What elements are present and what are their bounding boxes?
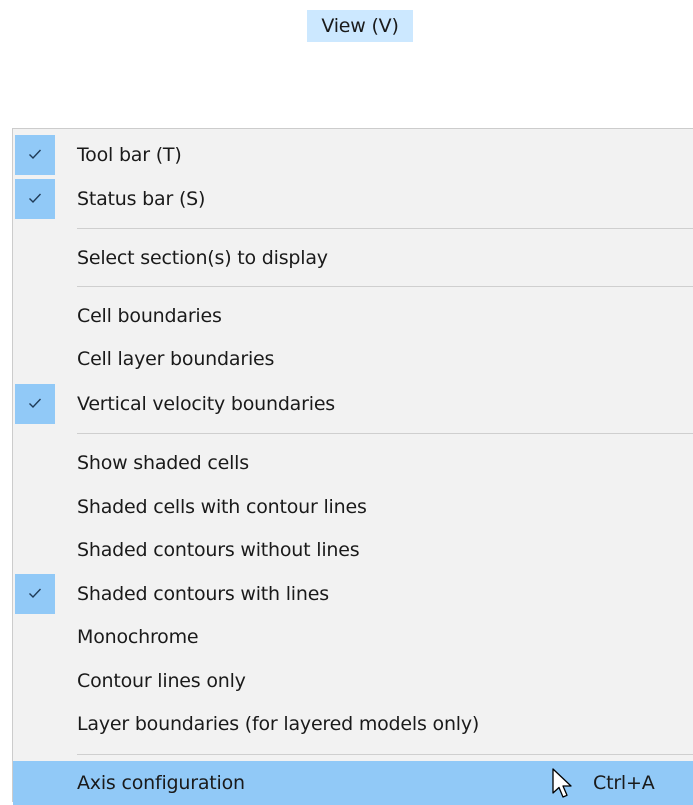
menu-item-monochrome[interactable]: Monochrome — [13, 615, 693, 659]
menu-item-label: Show shaded cells — [77, 452, 249, 474]
check-icon — [15, 135, 55, 175]
menu-separator — [77, 433, 693, 434]
menu-item-label: Status bar (S) — [77, 188, 206, 210]
menu-separator — [77, 228, 693, 229]
menu-item-label: Cell layer boundaries — [77, 348, 275, 370]
menu-item-label: Layer boundaries (for layered models onl… — [77, 713, 480, 735]
menu-item-tool-bar[interactable]: Tool bar (T) — [13, 133, 693, 177]
check-icon — [15, 574, 55, 614]
menu-item-vertical-velocity-boundaries[interactable]: Vertical velocity boundaries — [13, 382, 693, 426]
view-dropdown-menu: Tool bar (T) Status bar (S) Select secti… — [12, 128, 693, 805]
check-icon — [15, 384, 55, 424]
mouse-pointer-icon — [552, 768, 574, 805]
menu-item-axis-configuration[interactable]: Axis configuration Ctrl+A — [13, 761, 693, 805]
menu-item-label: Contour lines only — [77, 670, 246, 692]
menu-separator — [77, 286, 693, 287]
menu-item-label: Axis configuration — [77, 772, 245, 794]
menu-item-shaded-contours-without-lines[interactable]: Shaded contours without lines — [13, 528, 693, 572]
menu-item-select-sections[interactable]: Select section(s) to display — [13, 236, 693, 280]
menu-item-shaded-contours-with-lines[interactable]: Shaded contours with lines — [13, 572, 693, 616]
menu-item-label: Vertical velocity boundaries — [77, 393, 336, 415]
menu-item-label: Shaded cells with contour lines — [77, 496, 367, 518]
shortcut-label: Ctrl+A — [593, 772, 655, 794]
menu-item-label: Shaded contours with lines — [77, 583, 329, 605]
menu-separator — [77, 754, 693, 755]
menu-item-cell-layer-boundaries[interactable]: Cell layer boundaries — [13, 337, 693, 381]
menu-item-label: Shaded contours without lines — [77, 539, 360, 561]
menu-item-layer-boundaries[interactable]: Layer boundaries (for layered models onl… — [13, 702, 693, 746]
menu-item-status-bar[interactable]: Status bar (S) — [13, 177, 693, 221]
menu-item-label: Monochrome — [77, 626, 199, 648]
view-menu[interactable]: View (V) — [307, 10, 413, 42]
menu-item-cell-boundaries[interactable]: Cell boundaries — [13, 294, 693, 338]
check-icon — [15, 179, 55, 219]
menu-item-show-shaded-cells[interactable]: Show shaded cells — [13, 441, 693, 485]
menu-item-label: Cell boundaries — [77, 305, 222, 327]
menu-item-label: Tool bar (T) — [77, 144, 182, 166]
menu-item-shaded-cells-contour-lines[interactable]: Shaded cells with contour lines — [13, 485, 693, 529]
menu-item-contour-lines-only[interactable]: Contour lines only — [13, 659, 693, 703]
menu-item-label: Select section(s) to display — [77, 247, 328, 269]
